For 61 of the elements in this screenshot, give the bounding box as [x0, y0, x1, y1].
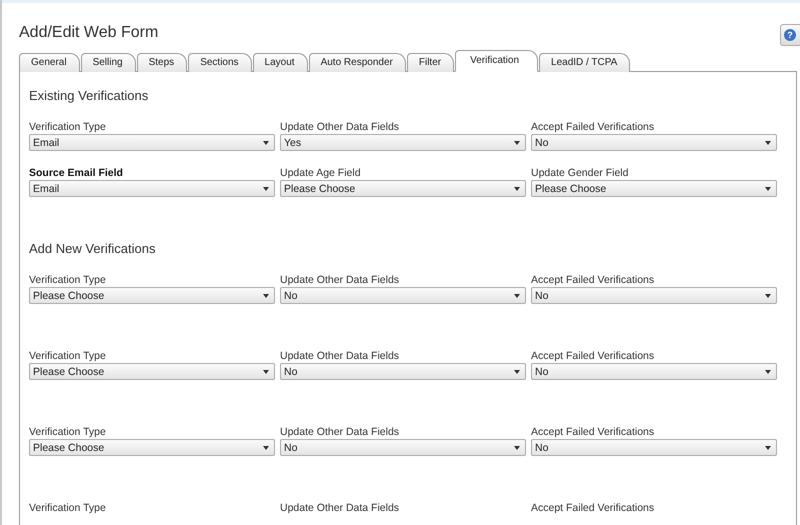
field-label: Verification Type	[29, 273, 107, 287]
field-label: Verification Type	[29, 120, 107, 134]
dropdown[interactable]: No	[280, 287, 526, 304]
caret-icon	[765, 370, 771, 374]
page-title: Add/Edit Web Form	[19, 24, 158, 41]
field-label: Update Other Data Fields	[280, 501, 400, 515]
dropdown[interactable]: No	[531, 363, 777, 380]
dropdown[interactable]: Please Choose	[29, 439, 275, 456]
caret-icon	[263, 446, 269, 450]
field-label: Update Gender Field	[531, 166, 630, 180]
caret-icon	[263, 370, 269, 374]
field-label: Accept Failed Verifications	[531, 349, 656, 363]
field-label: Update Other Data Fields	[280, 273, 400, 287]
tab[interactable]: Layout	[252, 53, 308, 72]
field-label: Update Age Field	[280, 166, 362, 180]
caret-icon	[765, 140, 771, 144]
dropdown[interactable]: No	[531, 134, 777, 151]
dropdown[interactable]: Please Choose	[280, 180, 526, 197]
dropdown[interactable]: Yes	[280, 134, 526, 151]
dropdown[interactable]: Email	[29, 180, 275, 197]
field-label: Verification Type	[29, 425, 107, 439]
caret-icon	[263, 186, 269, 190]
field-label: Update Other Data Fields	[280, 349, 400, 363]
dropdown[interactable]: No	[280, 439, 526, 456]
dropdown[interactable]: No	[531, 439, 777, 456]
tab[interactable]: LeadID / TCPA	[539, 53, 630, 72]
caret-icon	[514, 446, 520, 450]
caret-icon	[514, 294, 520, 298]
field-label: Update Other Data Fields	[280, 425, 400, 439]
caret-icon	[514, 186, 520, 190]
tab[interactable]: Auto Responder	[308, 53, 406, 72]
section-heading: Add New Verifications	[29, 241, 156, 258]
dropdown[interactable]: Please Choose	[531, 180, 777, 197]
section-heading: Existing Verifications	[29, 88, 150, 105]
tab[interactable]: Filter	[406, 53, 454, 72]
dropdown[interactable]: No	[280, 363, 526, 380]
dropdown[interactable]: Please Choose	[29, 287, 275, 304]
tab[interactable]: Steps	[136, 53, 188, 72]
tab[interactable]: Verification	[455, 50, 538, 72]
tab[interactable]: General	[19, 53, 80, 72]
dropdown[interactable]: Please Choose	[29, 363, 275, 380]
dropdown[interactable]: Email	[29, 134, 275, 151]
field-label: Accept Failed Verifications	[531, 120, 656, 134]
caret-icon	[765, 186, 771, 190]
caret-icon	[765, 446, 771, 450]
caret-icon	[263, 140, 269, 144]
field-label: Verification Type	[29, 501, 107, 515]
field-label: Accept Failed Verifications	[531, 273, 656, 287]
field-label: Accept Failed Verifications	[531, 501, 656, 515]
caret-icon	[514, 370, 520, 374]
caret-icon	[263, 294, 269, 298]
caret-icon	[514, 140, 520, 144]
field-label: Verification Type	[29, 349, 107, 363]
caret-icon	[765, 294, 771, 298]
tab[interactable]: Sections	[188, 53, 252, 72]
help-button[interactable]: ?	[780, 24, 800, 46]
field-label: Source Email Field	[29, 166, 124, 180]
tab[interactable]: Selling	[80, 53, 136, 72]
field-label: Accept Failed Verifications	[531, 425, 656, 439]
dropdown[interactable]: No	[531, 287, 777, 304]
field-label: Update Other Data Fields	[280, 120, 400, 134]
